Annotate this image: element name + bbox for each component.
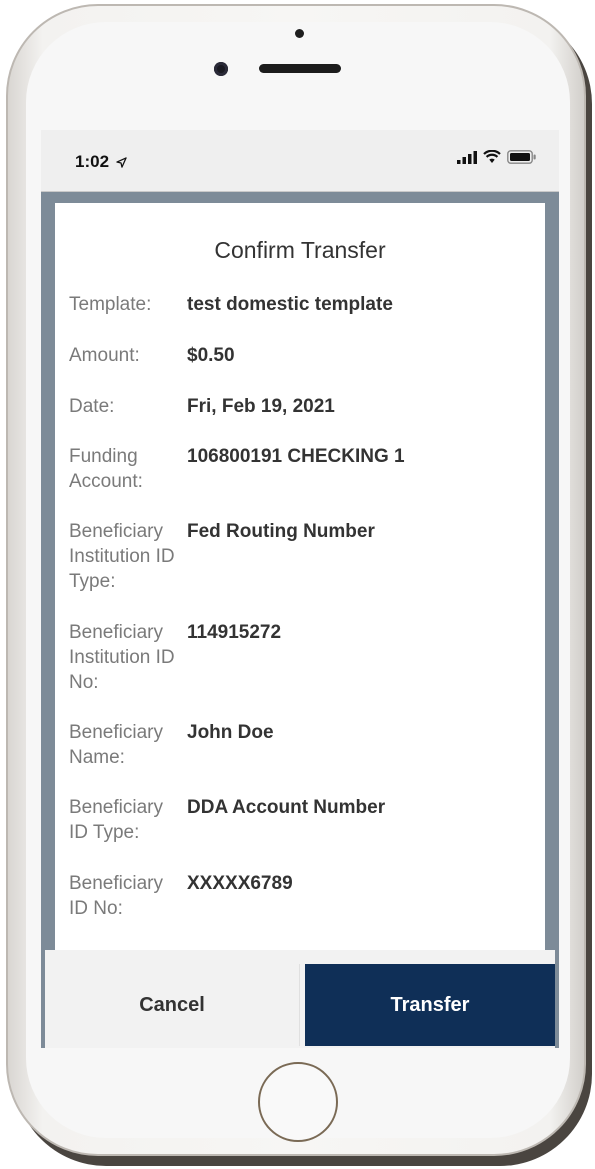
confirm-transfer-dialog: Confirm Transfer Template: test domestic… [55,203,545,963]
signal-icon [457,150,477,164]
detail-row-beneficiary-name: Beneficiary Name: John Doe [69,720,539,770]
location-arrow-icon [114,152,127,171]
detail-row-beneficiary-institution-id-type: Beneficiary Institution ID Type: Fed Rou… [69,519,539,594]
detail-row-amount: Amount: $0.50 [69,343,539,368]
status-bar: 1:02 [41,130,559,192]
detail-row-beneficiary-institution-id-no: Beneficiary Institution ID No: 114915272 [69,620,539,695]
detail-value: Fed Routing Number [187,521,375,542]
detail-row-beneficiary-id-no: Beneficiary ID No: XXXXX6789 [69,871,539,921]
detail-label: Beneficiary Institution ID Type: [69,521,175,592]
detail-label: Amount: [69,345,140,366]
detail-value: test domestic template [187,294,393,315]
home-button[interactable] [258,1062,338,1142]
detail-value: Fri, Feb 19, 2021 [187,396,335,417]
detail-label: Template: [69,294,152,315]
cancel-button[interactable]: Cancel [45,964,300,1046]
proximity-sensor [295,29,304,38]
status-time-text: 1:02 [75,152,110,171]
wifi-icon [483,150,501,164]
detail-label: Beneficiary Institution ID No: [69,622,175,693]
detail-row-date: Date: Fri, Feb 19, 2021 [69,394,539,419]
transfer-button[interactable]: Transfer [305,964,555,1046]
detail-value: 114915272 [187,622,282,643]
dialog-button-bar: Cancel Transfer [45,950,555,1048]
detail-value: DDA Account Number [187,797,386,818]
detail-value: John Doe [187,722,274,743]
detail-label: Beneficiary Name: [69,722,163,768]
detail-label: Beneficiary ID Type: [69,797,163,843]
earpiece-speaker [259,64,341,73]
status-time: 1:02 [75,152,127,172]
detail-row-funding-account: Funding Account: 106800191 CHECKING 1 [69,444,539,494]
detail-label: Beneficiary ID No: [69,873,163,919]
detail-row-template: Template: test domestic template [69,292,539,317]
detail-label: Date: [69,396,115,417]
battery-icon [507,150,537,164]
detail-row-beneficiary-id-type: Beneficiary ID Type: DDA Account Number [69,795,539,845]
detail-label: Funding Account: [69,446,143,492]
detail-value: $0.50 [187,345,235,366]
detail-value: XXXXX6789 [187,873,293,894]
dialog-title: Confirm Transfer [214,237,386,263]
phone-screen: 1:02 Confirm Transfer Template: test dom… [41,130,559,1048]
detail-value: 106800191 CHECKING 1 [187,446,405,467]
front-camera [214,62,228,76]
status-icons [457,150,537,164]
